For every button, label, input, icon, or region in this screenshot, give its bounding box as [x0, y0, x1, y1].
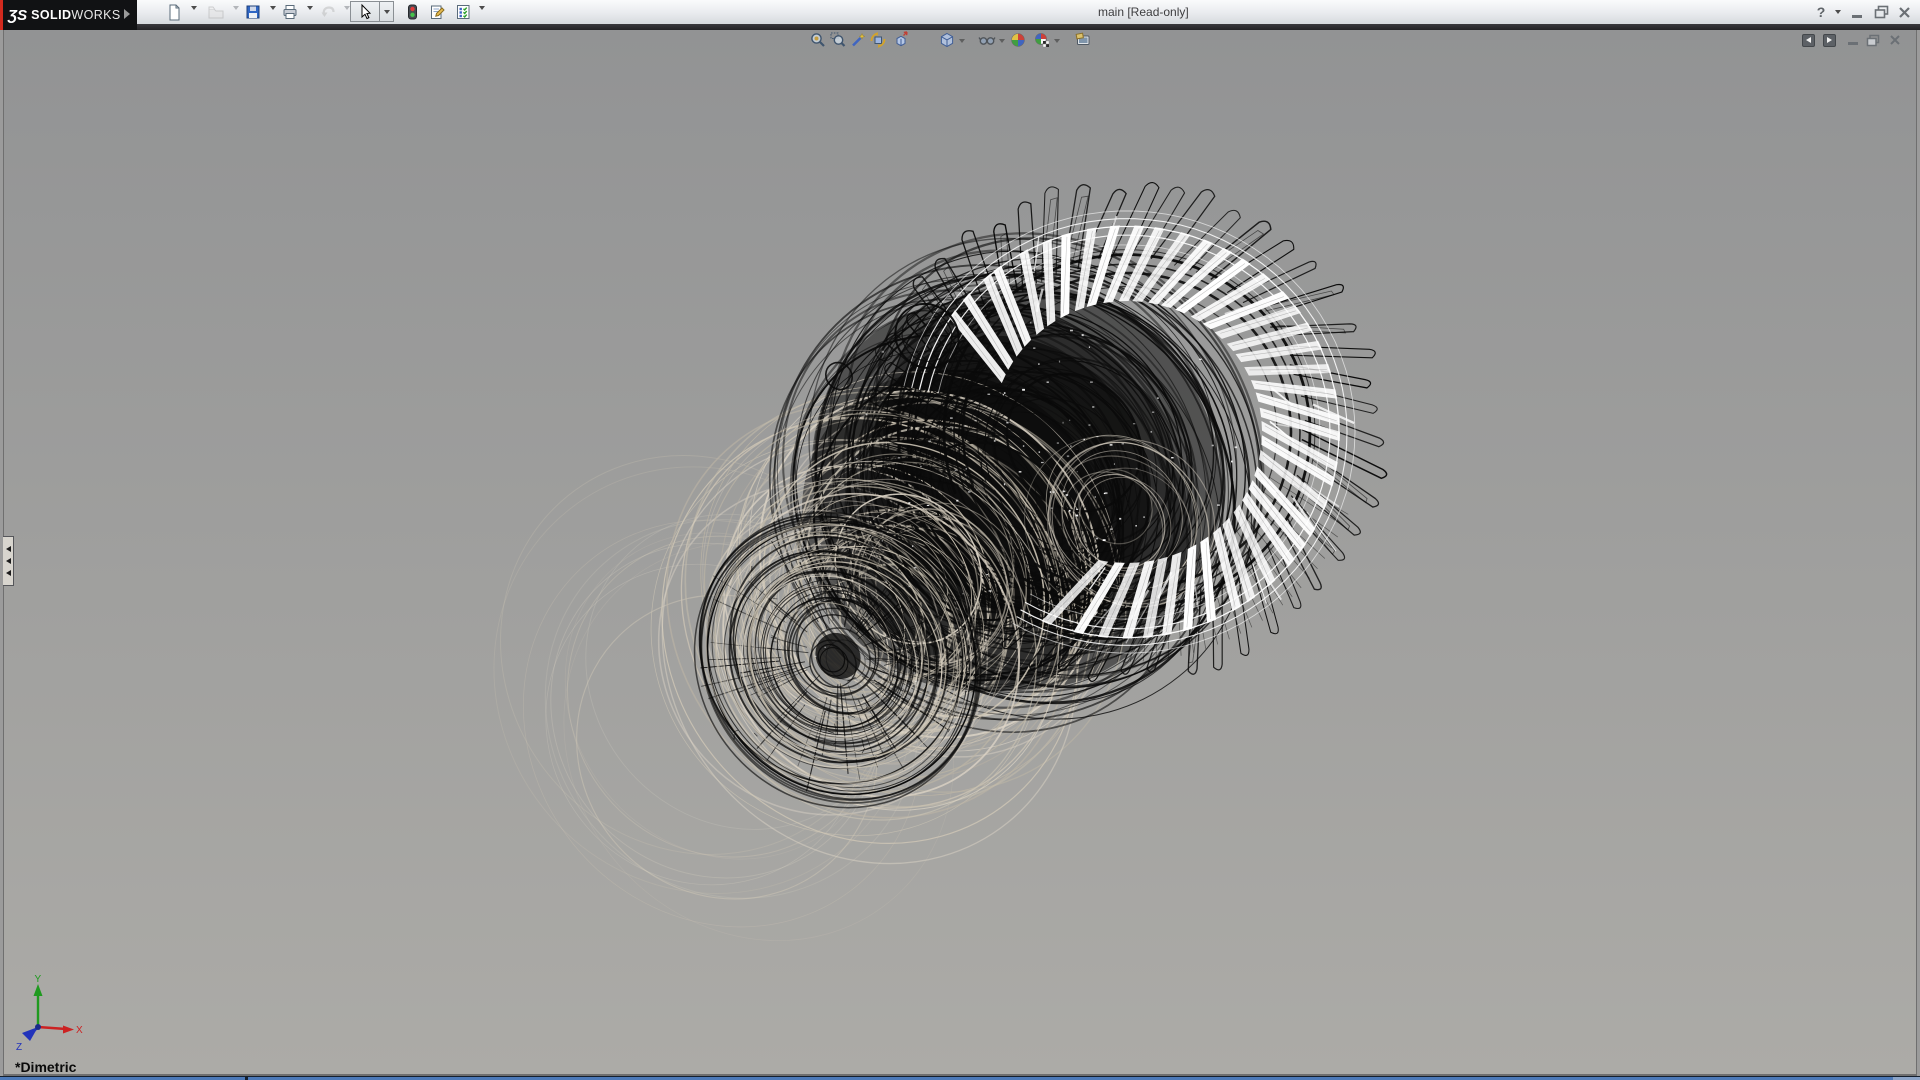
view-orientation-dropdown[interactable] [959, 39, 965, 43]
collapse-arrow-icon [6, 570, 11, 576]
next-arrow-icon [1827, 37, 1832, 43]
app-minimize-button[interactable] [1849, 3, 1865, 21]
window-title: main [Read-only] [1098, 5, 1189, 19]
view-orientation-cube-icon [938, 31, 956, 49]
menu-expander-arrow-icon[interactable] [124, 9, 130, 19]
zoom-to-area-button[interactable] [829, 31, 847, 49]
brand-name-light: WORKS [71, 8, 120, 22]
traffic-light-icon [403, 3, 421, 21]
view-orientation-label: *Dimetric [15, 1059, 76, 1075]
appearance-ball-icon [1009, 31, 1027, 49]
save-floppy-icon [244, 3, 262, 21]
pan-icon [891, 31, 909, 49]
help-button[interactable]: ? [1813, 3, 1829, 21]
doc-restore-button[interactable] [1866, 33, 1880, 47]
new-document-button[interactable] [163, 2, 185, 22]
feature-tree-collapsed-tab[interactable] [3, 536, 14, 586]
view-settings-button[interactable] [1074, 31, 1092, 49]
title-bar: main [Read-only] ? [0, 0, 1920, 24]
rebuild-button[interactable] [401, 2, 423, 22]
next-window-button[interactable] [1822, 33, 1836, 47]
rotate-view-button[interactable] [869, 31, 887, 49]
jet-engine-wireframe-model[interactable] [3, 30, 1917, 1076]
triad-y-axis: Y [34, 974, 43, 1027]
app-close-button[interactable] [1896, 3, 1912, 21]
options-dropdown[interactable] [479, 6, 485, 10]
open-dropdown[interactable] [233, 6, 239, 10]
collapse-arrow-icon [6, 546, 11, 552]
scene-ball-icon [1033, 31, 1051, 49]
screen-edge-red-sliver [0, 0, 3, 30]
edit-appearance-button[interactable] [1009, 31, 1027, 49]
taskbar-edge[interactable] [0, 1076, 1920, 1080]
save-dropdown[interactable] [270, 6, 276, 10]
doc-minimize-icon [1848, 42, 1858, 45]
zoom-in-out-button[interactable] [849, 31, 867, 49]
file-properties-icon [428, 3, 446, 21]
zoom-to-fit-icon [809, 31, 827, 49]
doc-minimize-button[interactable] [1846, 33, 1860, 47]
options-checklist-icon [454, 3, 472, 21]
rotate-view-icon [869, 31, 887, 49]
undo-button[interactable] [317, 2, 339, 22]
undo-arrow-icon [319, 3, 337, 21]
doc-close-button[interactable] [1888, 33, 1902, 47]
solidworks-logo[interactable]: ƷS SOLID WORKS [0, 0, 137, 30]
new-document-dropdown[interactable] [191, 6, 197, 10]
minimize-icon [1852, 15, 1862, 18]
hide-show-items-dropdown[interactable] [999, 39, 1005, 43]
previous-window-button[interactable] [1801, 33, 1815, 47]
zoom-to-fit-button[interactable] [809, 31, 827, 49]
help-dropdown[interactable] [1833, 3, 1843, 21]
view-settings-monitor-icon [1074, 31, 1092, 49]
apply-scene-dropdown[interactable] [1054, 39, 1060, 43]
close-icon [1898, 6, 1911, 19]
apply-scene-button[interactable] [1033, 31, 1051, 49]
reference-triad: Y X Z [8, 972, 103, 1052]
glasses-icon [978, 31, 996, 49]
previous-arrow-icon [1806, 37, 1811, 43]
restore-icon [1874, 5, 1889, 19]
print-dropdown[interactable] [307, 6, 313, 10]
svg-text:Z: Z [16, 1042, 22, 1052]
taskbar-notch [245, 1076, 248, 1080]
brand-glyph: ƷS [8, 7, 27, 24]
triad-z-axis: Z [16, 1024, 41, 1052]
hide-show-items-button[interactable] [978, 31, 996, 49]
select-cursor-icon [356, 3, 374, 21]
file-properties-button[interactable] [426, 2, 448, 22]
open-button[interactable] [205, 2, 227, 22]
svg-text:X: X [76, 1025, 83, 1036]
options-button[interactable] [452, 2, 474, 22]
pan-button[interactable] [891, 31, 909, 49]
print-button[interactable] [279, 2, 301, 22]
open-folder-icon [207, 3, 225, 21]
select-tool-button[interactable] [350, 1, 380, 22]
brand-name-bold: SOLID [31, 8, 71, 22]
printer-icon [281, 3, 299, 21]
triad-x-axis: X [38, 1025, 83, 1036]
help-icon: ? [1817, 4, 1826, 20]
zoom-in-out-icon [849, 31, 867, 49]
collapse-arrow-icon [6, 558, 11, 564]
new-document-icon [165, 3, 183, 21]
doc-restore-icon [1866, 34, 1880, 47]
app-restore-button[interactable] [1872, 3, 1890, 21]
select-tool-dropdown[interactable] [380, 1, 394, 22]
zoom-to-area-icon [829, 31, 847, 49]
svg-text:Y: Y [35, 974, 42, 985]
doc-close-icon [1889, 34, 1901, 46]
save-button[interactable] [242, 2, 264, 22]
view-orientation-button[interactable] [938, 31, 956, 49]
